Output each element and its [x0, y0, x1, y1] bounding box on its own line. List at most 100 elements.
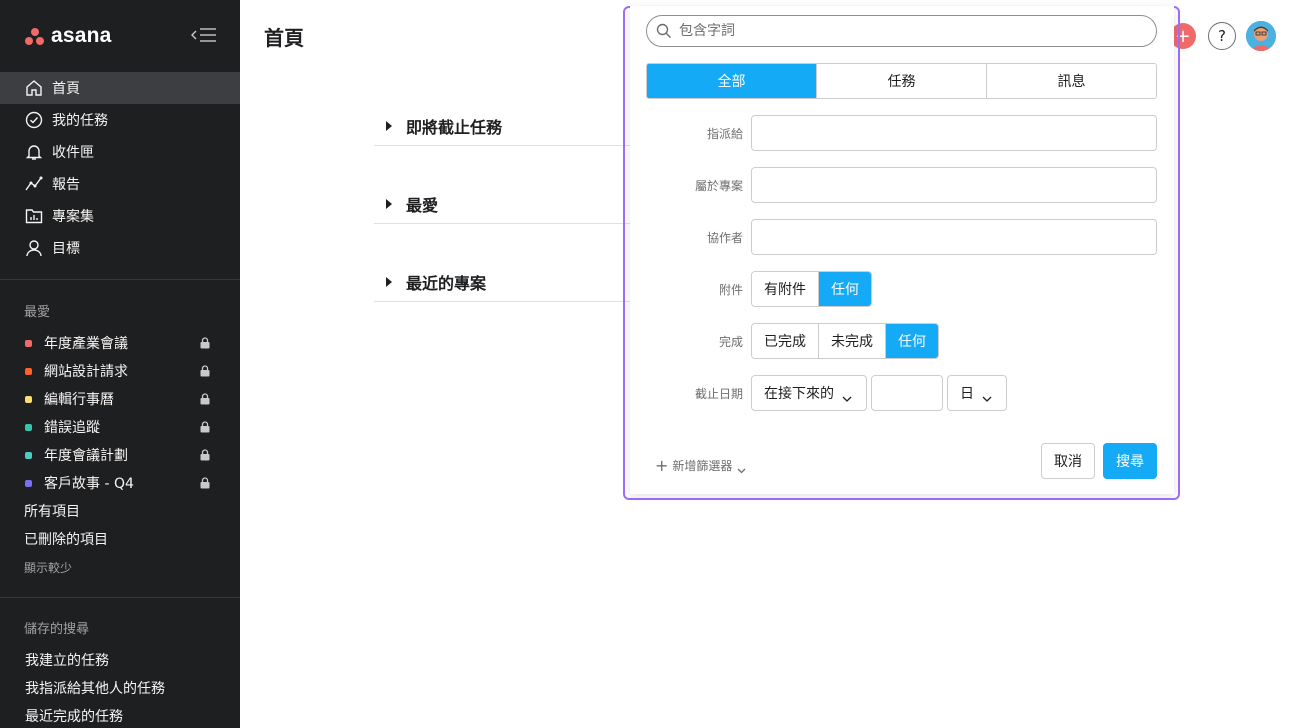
project-name: 客戶故事 - Q4 — [44, 476, 134, 492]
favorite-project-item[interactable]: 編輯行事曆 — [0, 385, 240, 413]
collapse-sidebar-icon[interactable] — [190, 25, 218, 45]
due-number-input[interactable] — [872, 376, 942, 410]
project-color-dot — [25, 339, 32, 347]
search-icon — [656, 23, 672, 39]
saved-searches-list: 我建立的任務 我指派給其他人的任務 最近完成的任務 — [0, 646, 240, 728]
deleted-items-link[interactable]: 已刪除的項目 — [0, 525, 240, 553]
line-chart-icon — [24, 174, 44, 194]
nav-item-label: 首頁 — [52, 81, 80, 97]
saved-search-item[interactable]: 最近完成的任務 — [0, 702, 240, 728]
collaborator-input[interactable] — [752, 220, 1156, 254]
favorite-project-item[interactable]: 網站設計請求 — [0, 357, 240, 385]
user-avatar[interactable] — [1246, 21, 1276, 51]
chevron-down-icon — [737, 463, 746, 473]
search-input[interactable] — [679, 23, 1139, 39]
due-number-field[interactable] — [871, 375, 943, 411]
favorites-list: 年度產業會議 網站設計請求 編輯行事曆 錯誤追蹤 年度會議計劃 客戶故事 - Q… — [0, 329, 240, 581]
completion-option-incomplete[interactable]: 未完成 — [819, 324, 886, 358]
favorite-project-item[interactable]: 客戶故事 - Q4 — [0, 469, 240, 497]
bell-icon — [24, 142, 44, 162]
project-color-dot — [25, 367, 32, 375]
nav-item-portfolios[interactable]: 專案集 — [0, 200, 240, 232]
nav-item-label: 我的任務 — [52, 113, 108, 129]
add-filter-label: 新增篩選器 — [672, 459, 733, 473]
completion-option-completed[interactable]: 已完成 — [752, 324, 819, 358]
sidebar-divider — [0, 279, 240, 280]
section-upcoming-tasks[interactable]: 即將截止任務 — [374, 106, 630, 146]
attachment-label: 附件 — [718, 283, 743, 297]
favorite-project-item[interactable]: 年度產業會議 — [0, 329, 240, 357]
collaborator-label: 協作者 — [706, 231, 743, 245]
attachment-option-has[interactable]: 有附件 — [752, 272, 819, 306]
project-name: 網站設計請求 — [44, 364, 128, 380]
nav-item-home[interactable]: 首頁 — [0, 72, 240, 104]
nav-item-reports[interactable]: 報告 — [0, 168, 240, 200]
tab-all[interactable]: 全部 — [647, 64, 817, 98]
due-date-label: 截止日期 — [694, 387, 743, 401]
favorite-project-item[interactable]: 錯誤追蹤 — [0, 413, 240, 441]
due-range-dropdown[interactable]: 在接下來的 — [751, 375, 867, 411]
lock-icon — [200, 393, 210, 405]
due-unit-dropdown[interactable]: 日 — [947, 375, 1007, 411]
attachment-toggle: 有附件 任何 — [751, 271, 872, 307]
due-range-value: 在接下來的 — [764, 386, 834, 402]
section-label: 即將截止任務 — [406, 117, 503, 137]
portfolio-icon — [24, 206, 44, 226]
show-less-link[interactable]: 顯示較少 — [0, 553, 240, 581]
check-circle-icon — [24, 110, 44, 130]
saved-searches-title: 儲存的搜尋 — [24, 622, 90, 637]
sidebar: asana 首頁 我的任務 收件匣 報告 專案集 目標 最愛 年度產業會議 網站… — [0, 0, 240, 728]
chevron-down-icon — [982, 390, 992, 402]
project-color-dot — [25, 395, 32, 403]
plus-icon: + — [655, 456, 669, 475]
project-name: 錯誤追蹤 — [44, 420, 100, 436]
lock-icon — [200, 421, 210, 433]
chevron-down-icon — [842, 390, 852, 402]
logo-text: asana — [51, 24, 112, 47]
project-color-dot — [25, 451, 32, 459]
saved-search-item[interactable]: 我建立的任務 — [0, 646, 240, 674]
section-recent-projects[interactable]: 最近的專案 — [374, 262, 630, 302]
collaborator-field[interactable] — [751, 219, 1157, 255]
help-button[interactable]: ? — [1208, 22, 1236, 50]
person-icon — [24, 238, 44, 258]
completion-option-any[interactable]: 任何 — [886, 324, 938, 358]
project-label: 屬於專案 — [694, 179, 743, 193]
nav-item-inbox[interactable]: 收件匣 — [0, 136, 240, 168]
add-filter-button[interactable]: + 新增篩選器 — [655, 456, 746, 475]
nav-item-label: 目標 — [52, 241, 80, 257]
tab-tasks[interactable]: 任務 — [817, 64, 987, 98]
expand-triangle-icon — [386, 120, 392, 131]
lock-icon — [200, 477, 210, 489]
nav-item-label: 專案集 — [52, 209, 94, 225]
expand-triangle-icon — [386, 276, 392, 287]
lock-icon — [200, 365, 210, 377]
project-field[interactable] — [751, 167, 1157, 203]
project-name: 年度會議計劃 — [44, 448, 128, 464]
nav-item-my-tasks[interactable]: 我的任務 — [0, 104, 240, 136]
attachment-option-any[interactable]: 任何 — [819, 272, 871, 306]
nav-item-label: 收件匣 — [52, 145, 94, 161]
section-label: 最愛 — [406, 195, 439, 215]
all-items-link[interactable]: 所有項目 — [0, 497, 240, 525]
project-name: 編輯行事曆 — [44, 392, 114, 408]
section-favorites[interactable]: 最愛 — [374, 184, 630, 224]
tab-messages[interactable]: 訊息 — [987, 64, 1156, 98]
completion-toggle: 已完成 未完成 任何 — [751, 323, 939, 359]
nav-item-goals[interactable]: 目標 — [0, 232, 240, 264]
project-input[interactable] — [752, 168, 1156, 202]
project-color-dot — [25, 423, 32, 431]
cancel-button[interactable]: 取消 — [1041, 443, 1095, 479]
favorite-project-item[interactable]: 年度會議計劃 — [0, 441, 240, 469]
search-button[interactable]: 搜尋 — [1103, 443, 1157, 479]
saved-search-item[interactable]: 我指派給其他人的任務 — [0, 674, 240, 702]
assignee-label: 指派給 — [706, 127, 743, 141]
search-bar[interactable] — [646, 15, 1157, 47]
project-name: 年度產業會議 — [44, 336, 128, 352]
assignee-input[interactable] — [752, 116, 1156, 150]
completion-label: 完成 — [718, 335, 743, 349]
asana-logo[interactable]: asana — [25, 24, 112, 48]
assignee-field[interactable] — [751, 115, 1157, 151]
main-nav: 首頁 我的任務 收件匣 報告 專案集 目標 — [0, 72, 240, 264]
due-unit-value: 日 — [960, 386, 974, 402]
